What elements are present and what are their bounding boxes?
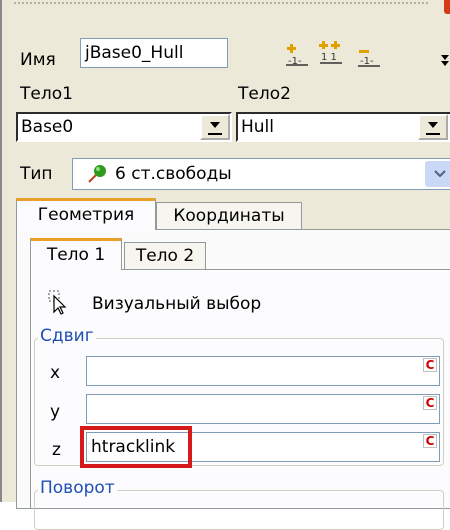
cursor-pointer-icon[interactable]	[48, 290, 70, 316]
type-label: Тип	[20, 164, 53, 184]
z-label: z	[52, 440, 61, 460]
body1-select[interactable]: Base0	[16, 112, 232, 142]
toolbar-overflow-icon[interactable]	[440, 52, 450, 66]
body1-label: Тело1	[20, 84, 73, 104]
shift-x-input[interactable]	[86, 356, 440, 386]
panel-grip[interactable]	[14, 2, 428, 6]
type-select-value: 6 ст.свободы	[115, 164, 232, 184]
visual-select-label[interactable]: Визуальный выбор	[92, 296, 261, 313]
c-badge[interactable]: C	[423, 396, 437, 410]
c-badge[interactable]: C	[423, 434, 437, 448]
body1-select-value: Base0	[21, 116, 74, 137]
add-double-node-icon[interactable]: 1 1	[318, 40, 344, 66]
shift-y-input[interactable]	[86, 394, 440, 424]
add-node-icon[interactable]: -1-	[284, 42, 310, 68]
joint-icon	[87, 164, 109, 184]
type-select[interactable]: 6 ст.свободы	[72, 158, 450, 190]
svg-text:1 1: 1 1	[321, 52, 337, 63]
rotation-legend: Поворот	[38, 478, 117, 498]
c-badge[interactable]: C	[423, 358, 437, 372]
name-label: Имя	[20, 50, 56, 70]
tab-body-1[interactable]: Тело 1	[30, 238, 122, 270]
name-input[interactable]: jBase0_Hull	[80, 38, 228, 68]
shift-legend: Сдвиг	[38, 326, 96, 346]
body2-select[interactable]: Hull	[236, 112, 450, 142]
panel-close-marker[interactable]	[444, 0, 450, 14]
x-label: x	[50, 363, 61, 383]
chevron-down-icon[interactable]	[418, 114, 448, 140]
body2-label: Тело2	[238, 84, 291, 104]
highlight-box	[80, 426, 192, 468]
body2-select-value: Hull	[241, 116, 275, 137]
remove-node-icon[interactable]: -1-	[356, 44, 382, 70]
chevron-down-icon[interactable]	[425, 161, 450, 187]
tab-body-2[interactable]: Тело 2	[124, 242, 206, 270]
chevron-down-icon[interactable]	[200, 114, 230, 140]
tab-coordinates[interactable]: Координаты	[156, 202, 302, 230]
y-label: y	[50, 402, 61, 422]
tab-geometry[interactable]: Геометрия	[16, 198, 156, 230]
